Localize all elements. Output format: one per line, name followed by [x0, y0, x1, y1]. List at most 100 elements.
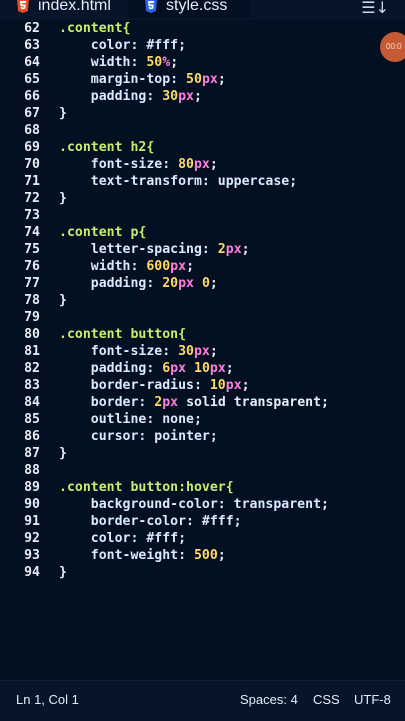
code-line: 82 padding: 6px 10px; — [0, 360, 405, 377]
recording-indicator[interactable]: 00:0 — [380, 32, 405, 62]
code-line: 92 color: #fff; — [0, 530, 405, 547]
code-token: 30 — [162, 89, 179, 104]
line-number: 74 — [24, 225, 40, 240]
code-editor[interactable]: 62 .content{63 color: #fff; 64 width: 50%;… — [0, 18, 405, 680]
code-line: 67} — [0, 105, 405, 122]
line-number: 76 — [24, 259, 40, 274]
code-line: 70 font-size: 80px; — [0, 156, 405, 173]
line-number: 91 — [24, 514, 40, 529]
code-text: } — [59, 190, 67, 207]
code-token: px — [209, 361, 226, 376]
tab-index-html[interactable]: index.html — [0, 0, 126, 18]
sort-icon[interactable]: ☰↓ — [361, 0, 389, 17]
code-token: cursor: pointer; — [59, 429, 218, 444]
code-token: font-weight: — [59, 548, 194, 563]
line-number: 90 — [24, 497, 40, 512]
code-token: px — [225, 242, 242, 257]
code-token: } — [59, 446, 67, 461]
code-line: 86 cursor: pointer; — [0, 428, 405, 445]
code-line: 81 font-size: 30px; — [0, 343, 405, 360]
code-line: 65 margin-top: 50px; — [0, 71, 405, 88]
code-text: margin-top: 50px; — [59, 71, 226, 88]
code-token: 10 — [194, 361, 210, 376]
code-token: px — [170, 259, 187, 274]
code-token: color: #fff; — [59, 531, 187, 546]
code-line: 87} — [0, 445, 405, 462]
line-number: 77 — [24, 276, 40, 291]
line-number: 73 — [24, 208, 40, 223]
line-number: 94 — [24, 565, 40, 580]
code-token: padding: — [59, 276, 163, 291]
line-number: 79 — [24, 310, 40, 325]
language-mode[interactable]: CSS — [313, 692, 340, 707]
line-number: 88 — [24, 463, 40, 478]
code-token: ; — [217, 72, 226, 87]
line-number: 89 — [24, 480, 40, 495]
code-token: px — [178, 276, 194, 291]
code-token: .content button:hover{ — [59, 480, 234, 495]
code-token: } — [59, 565, 67, 580]
code-token: ; — [194, 89, 202, 104]
line-number: 81 — [24, 344, 40, 359]
line-number: 72 — [24, 191, 40, 206]
code-token: .content h2{ — [59, 140, 155, 155]
code-token: width: — [59, 259, 147, 274]
line-number: 83 — [24, 378, 40, 393]
code-line: 91 border-color: #fff; — [0, 513, 405, 530]
code-token: 2 — [217, 242, 226, 257]
code-token: ; — [186, 259, 195, 274]
code-token: } — [59, 106, 67, 121]
code-token: 0 — [201, 276, 210, 291]
code-line: 71 text-transform: uppercase; — [0, 173, 405, 190]
code-token: px — [225, 378, 242, 393]
code-text: } — [59, 564, 67, 581]
code-token: ; — [217, 548, 226, 563]
code-text: border-color: #fff; — [59, 513, 242, 530]
cursor-position[interactable]: Ln 1, Col 1 — [16, 692, 79, 707]
code-line: 83 border-radius: 10px; — [0, 377, 405, 394]
code-line: 84 border: 2px solid transparent; — [0, 394, 405, 411]
code-token: border-color: #fff; — [59, 514, 242, 529]
line-number: 84 — [24, 395, 40, 410]
code-token: % — [162, 55, 171, 70]
css3-icon — [144, 0, 158, 14]
code-line: 64 width: 50%; — [0, 54, 405, 71]
line-number: 70 — [24, 157, 40, 172]
code-text: border-radius: 10px; — [59, 377, 250, 394]
code-text: font-weight: 500; — [59, 547, 226, 564]
code-text: } — [59, 292, 67, 309]
code-line: 88 — [0, 462, 405, 479]
code-token: text-transform: uppercase; — [59, 174, 298, 189]
indentation-setting[interactable]: Spaces: 4 — [240, 692, 298, 707]
code-token: .content p{ — [59, 225, 147, 240]
code-text: font-size: 80px; — [59, 156, 218, 173]
code-text: cursor: pointer; — [59, 428, 218, 445]
code-text: text-transform: uppercase; — [59, 173, 297, 190]
code-token: 500 — [193, 548, 218, 563]
code-token: letter-spacing: — [59, 242, 218, 257]
code-text: width: 600px; — [59, 258, 194, 275]
tab-label: index.html — [38, 0, 111, 14]
line-number: 87 — [24, 446, 40, 461]
line-number: 92 — [24, 531, 40, 546]
code-line: 75 letter-spacing: 2px; — [0, 241, 405, 258]
code-line: 80 .content button{ — [0, 326, 405, 343]
code-token: px — [201, 72, 218, 87]
status-bar: Ln 1, Col 1 Spaces: 4 CSS UTF-8 — [0, 680, 405, 721]
encoding[interactable]: UTF-8 — [354, 692, 391, 707]
code-token: 50 — [146, 55, 163, 70]
code-text: .content h2{ — [59, 139, 154, 156]
code-text: padding: 30px; — [59, 88, 202, 105]
html5-icon — [16, 0, 30, 14]
tab-style-css[interactable]: style.css — [128, 0, 250, 18]
code-token: 10 — [209, 378, 226, 393]
code-text: } — [59, 105, 67, 122]
code-token: px — [178, 89, 194, 104]
code-token: .content button{ — [59, 327, 187, 342]
line-number: 62 — [24, 21, 40, 36]
code-token: color: #fff; — [59, 38, 187, 53]
line-number: 93 — [24, 548, 40, 563]
code-token: ; — [209, 276, 218, 291]
code-token: border-radius: — [59, 378, 210, 393]
